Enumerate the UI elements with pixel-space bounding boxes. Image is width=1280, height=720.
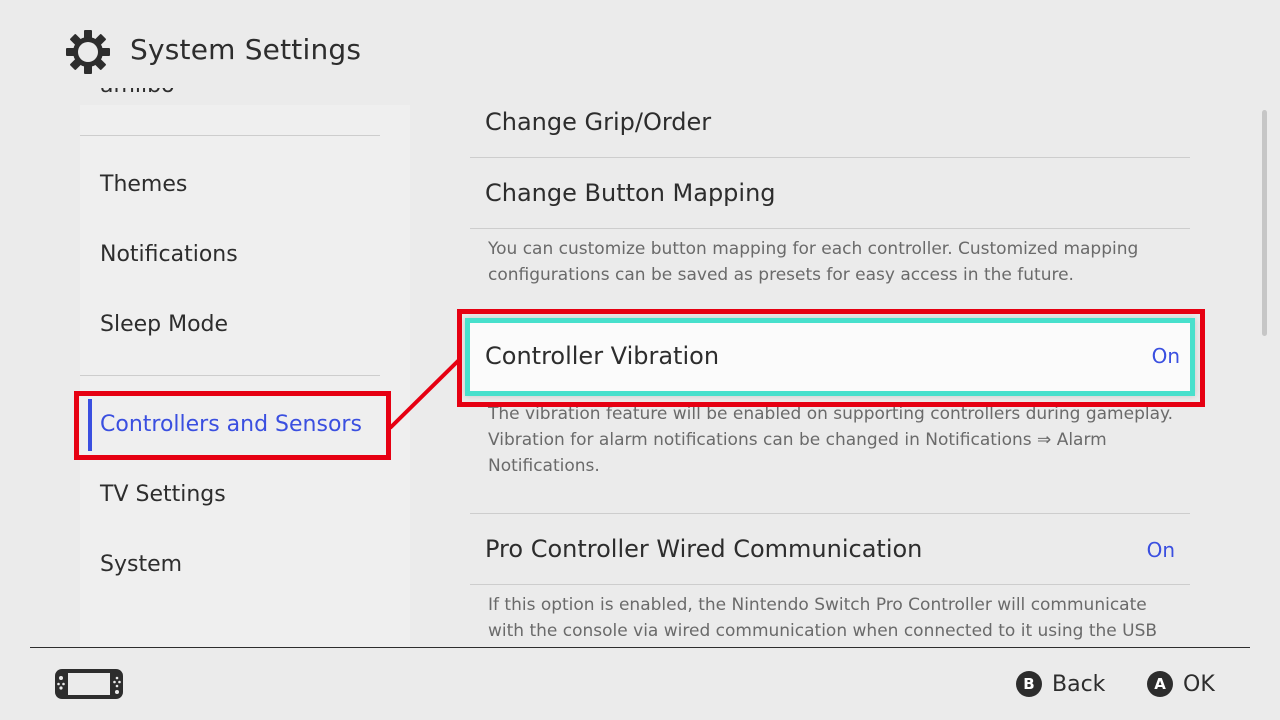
- b-button-icon: B: [1016, 671, 1042, 697]
- sidebar-item-tv-settings[interactable]: TV Settings: [100, 481, 226, 509]
- back-button[interactable]: B Back: [1016, 668, 1105, 700]
- ok-label: OK: [1183, 671, 1215, 697]
- system-settings-screen: System Settings amiibo Themes Notificati…: [0, 0, 1280, 720]
- row-change-button-mapping[interactable]: Change Button Mapping: [485, 177, 776, 209]
- handheld-console-icon: [55, 669, 123, 699]
- page-title: System Settings: [130, 33, 362, 66]
- sidebar-divider: [80, 375, 380, 376]
- toggle-value: On: [1146, 538, 1175, 562]
- ok-button[interactable]: A OK: [1147, 668, 1215, 700]
- row-pro-controller-wired-communication[interactable]: Pro Controller Wired Communication: [485, 533, 922, 565]
- sidebar-item-sleep-mode[interactable]: Sleep Mode: [100, 311, 228, 339]
- controller-vibration-description: The vibration feature will be enabled on…: [488, 404, 1174, 476]
- row-change-grip-order[interactable]: Change Grip/Order: [485, 106, 711, 138]
- pro-controller-description: If this option is enabled, the Nintendo …: [488, 595, 1158, 641]
- sidebar-item-amiibo[interactable]: amiibo: [100, 88, 175, 100]
- button-mapping-description: You can customize button mapping for eac…: [488, 239, 1139, 285]
- row-divider: [470, 584, 1190, 585]
- back-label: Back: [1052, 671, 1106, 697]
- footer-divider: [30, 647, 1250, 648]
- row-divider: [470, 228, 1190, 229]
- row-divider: [470, 513, 1190, 514]
- sidebar-item-system[interactable]: System: [100, 551, 182, 579]
- sidebar: amiibo Themes Notifications Sleep Mode C…: [30, 88, 410, 647]
- a-button-icon: A: [1147, 671, 1173, 697]
- row-divider: [470, 157, 1190, 158]
- annotation-highlight-sidebar: [74, 391, 391, 460]
- sidebar-divider: [80, 135, 380, 136]
- gear-icon: [66, 30, 110, 74]
- header: System Settings: [0, 0, 1280, 88]
- sidebar-item-notifications[interactable]: Notifications: [100, 241, 238, 269]
- scrollbar[interactable]: [1262, 110, 1267, 336]
- sidebar-item-themes[interactable]: Themes: [100, 171, 187, 199]
- annotation-highlight-row: [457, 309, 1205, 407]
